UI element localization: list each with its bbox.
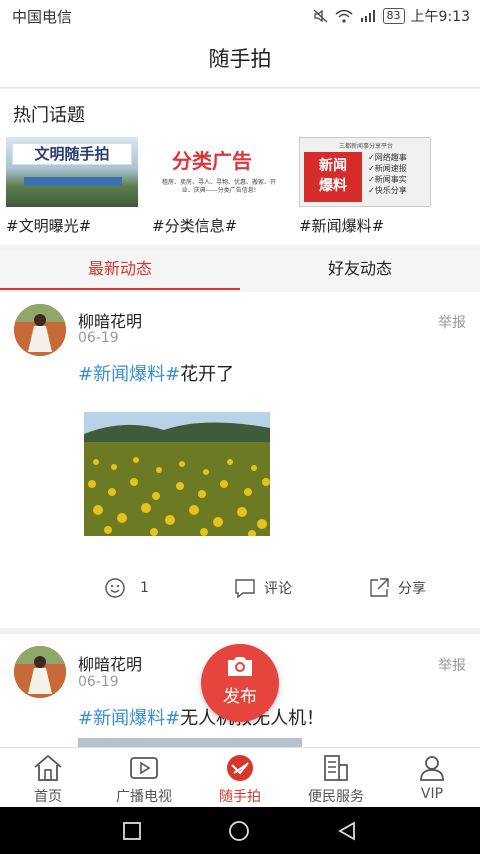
avatar[interactable] <box>14 304 66 356</box>
camera-icon <box>228 657 252 676</box>
carrier-name: 中国电信 <box>12 8 73 26</box>
service-icon <box>324 755 348 781</box>
publish-label: 发布 <box>223 687 257 707</box>
clock: 上午9:13 <box>410 9 470 25</box>
publish-button[interactable]: 发布 <box>201 644 279 722</box>
nav-label: 随手拍 <box>219 789 261 805</box>
hot-topics-section: 热门话题 文明随手拍 #文明曝光# 分类广告 租房、卖房、寻人、寻物、优惠、搬家… <box>0 89 480 245</box>
topic-banner-text: 分类广告 <box>172 149 252 173</box>
check-item: ✓新闻事实 <box>368 175 407 184</box>
hot-topics-title: 热门话题 <box>13 105 85 126</box>
nav-label: 首页 <box>34 789 62 805</box>
wifi-icon <box>335 9 353 23</box>
news-checklist: ✓网络趣事 ✓新闻速报 ✓新闻事实 ✓快乐分享 <box>368 152 430 196</box>
topic-card-civilized[interactable]: 文明随手拍 #文明曝光# <box>6 137 144 235</box>
news-badge-line2: 爆料 <box>319 178 347 194</box>
post-card: 柳暗花明 06-19 举报 #新闻爆料#花开了 1 评论 分享 <box>0 292 480 628</box>
username[interactable]: 柳暗花明 <box>78 651 142 675</box>
nav-services[interactable]: 便民服务 <box>288 748 384 808</box>
topic-label: #新闻爆料# <box>299 217 385 235</box>
page-title: 随手拍 <box>0 30 480 88</box>
smile-icon <box>105 578 125 598</box>
bottom-nav: 首页 广播电视 随手拍 便民服务 VIP <box>0 747 480 807</box>
battery-icon: 83 <box>382 8 405 24</box>
nav-label: VIP <box>420 786 444 802</box>
post-photo[interactable] <box>84 412 270 536</box>
avatar[interactable] <box>14 646 66 698</box>
home-circle-icon[interactable] <box>228 820 250 842</box>
snap-icon <box>227 755 253 781</box>
topic-banner-classified: 分类广告 租房、卖房、寻人、寻物、优惠、搬家、开业、庆典——分类广告信息! <box>152 137 284 207</box>
like-button[interactable]: 1 <box>104 577 149 599</box>
topic-banner-news: 三都新闻事分享平台 新闻 爆料 ✓网络趣事 ✓新闻速报 ✓新闻事实 ✓快乐分享 <box>299 137 431 207</box>
topic-banner-civilized: 文明随手拍 <box>6 137 138 207</box>
post-body: 花开了 <box>180 364 235 385</box>
post-actions: 1 评论 分享 <box>0 577 480 601</box>
post-date: 06-19 <box>78 674 119 690</box>
system-nav-bar <box>0 807 480 854</box>
recent-apps-icon[interactable] <box>122 821 142 841</box>
post-photo[interactable] <box>78 738 302 747</box>
share-button[interactable]: 分享 <box>368 577 426 599</box>
nav-label: 广播电视 <box>116 789 172 805</box>
report-button[interactable]: 举报 <box>438 312 466 332</box>
post-text: #新闻爆料#花开了 <box>78 360 234 386</box>
comment-icon <box>235 579 255 599</box>
nav-vip[interactable]: VIP <box>384 748 480 808</box>
check-item: ✓快乐分享 <box>368 186 407 195</box>
news-badge: 新闻 爆料 <box>304 152 362 202</box>
topic-card-news[interactable]: 三都新闻事分享平台 新闻 爆料 ✓网络趣事 ✓新闻速报 ✓新闻事实 ✓快乐分享 … <box>299 137 437 235</box>
mute-icon <box>313 9 327 23</box>
check-item: ✓网络趣事 <box>368 153 407 162</box>
post-date: 06-19 <box>78 330 119 346</box>
feed-tabs: 最新动态 好友动态 <box>0 250 480 290</box>
like-count: 1 <box>140 580 149 596</box>
check-item: ✓新闻速报 <box>368 164 407 173</box>
report-button[interactable]: 举报 <box>438 655 466 675</box>
status-icons: 83 上午9:13 <box>313 6 470 26</box>
user-icon <box>420 756 444 781</box>
topic-label: #分类信息# <box>152 217 238 235</box>
topic-banner-topline: 三都新闻事分享平台 <box>338 143 393 150</box>
news-badge-line1: 新闻 <box>319 158 347 174</box>
nav-broadcast[interactable]: 广播电视 <box>96 748 192 808</box>
back-icon[interactable] <box>336 820 358 842</box>
nav-snapshot[interactable]: 随手拍 <box>192 748 288 808</box>
topic-banner-text: 文明随手拍 <box>12 143 132 165</box>
topic-banner-subtext: 租房、卖房、寻人、寻物、优惠、搬家、开业、庆典——分类广告信息! <box>161 179 276 194</box>
home-icon <box>34 754 62 781</box>
play-icon <box>130 757 158 779</box>
topic-label: #文明曝光# <box>6 217 92 235</box>
tab-latest[interactable]: 最新动态 <box>0 250 240 290</box>
post-tag[interactable]: #新闻爆料# <box>78 364 180 385</box>
tab-friends[interactable]: 好友动态 <box>240 250 480 290</box>
share-icon <box>370 578 389 597</box>
status-bar: 中国电信 83 上午9:13 <box>0 0 480 30</box>
signal-icon <box>360 10 375 22</box>
nav-label: 便民服务 <box>308 789 364 805</box>
post-tag[interactable]: #新闻爆料# <box>78 708 180 729</box>
post-text: #新闻爆料#无人机救无人机！ <box>78 704 324 730</box>
share-label: 分享 <box>398 581 426 597</box>
topic-card-classified[interactable]: 分类广告 租房、卖房、寻人、寻物、优惠、搬家、开业、庆典——分类广告信息! #分… <box>152 137 290 235</box>
username[interactable]: 柳暗花明 <box>78 308 142 332</box>
comment-button[interactable]: 评论 <box>234 577 292 599</box>
banner-stripe <box>24 177 122 186</box>
comment-label: 评论 <box>264 581 292 597</box>
nav-home[interactable]: 首页 <box>0 748 96 808</box>
